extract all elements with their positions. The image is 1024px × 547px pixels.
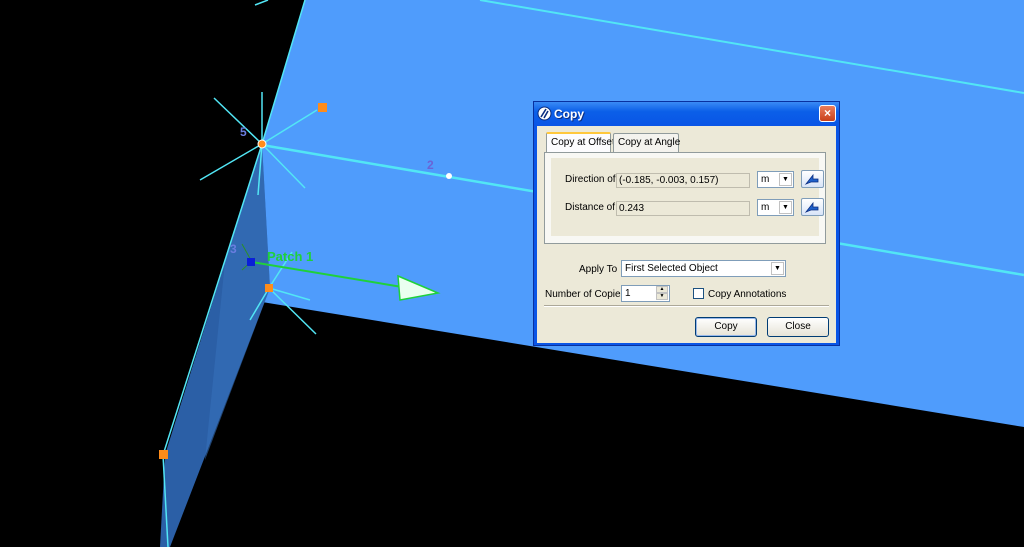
direction-unit-value: m — [761, 174, 770, 185]
chevron-down-icon[interactable]: ▼ — [771, 262, 784, 275]
3d-viewport[interactable]: 5 2 3 Patch 1 — [0, 0, 1024, 547]
pick-arrow-icon — [804, 201, 819, 213]
apply-to-select[interactable]: First Selected Object ▼ — [621, 260, 786, 277]
offset-group: Direction of Move (-0.185, -0.003, 0.157… — [551, 158, 824, 236]
chevron-down-icon[interactable]: ▼ — [779, 201, 792, 214]
decrement-icon[interactable]: ▼ — [656, 293, 668, 300]
dialog-title: Copy — [554, 107, 584, 121]
dialog-client: Copy at Offset Copy at Angle Direction o… — [537, 126, 836, 343]
copies-value: 1 — [625, 288, 631, 299]
copy-annotations-checkbox[interactable] — [693, 288, 704, 299]
vertex-label-3: 3 — [230, 242, 237, 256]
apply-to-value: First Selected Object — [625, 263, 718, 274]
copies-label: Number of Copies — [545, 289, 626, 300]
tab-copy-at-offset[interactable]: Copy at Offset — [546, 132, 615, 153]
close-icon[interactable]: × — [819, 105, 836, 122]
pick-arrow-icon — [804, 173, 819, 185]
copy-button[interactable]: Copy — [695, 317, 757, 337]
app-icon — [537, 106, 552, 121]
copies-stepper[interactable]: 1 ▲ ▼ — [621, 285, 670, 302]
tab-panel-offset: Direction of Move (-0.185, -0.003, 0.157… — [544, 152, 826, 244]
handle-lower[interactable] — [265, 284, 273, 292]
increment-icon[interactable]: ▲ — [656, 286, 668, 293]
close-button[interactable]: Close — [767, 317, 829, 337]
handle-top[interactable] — [318, 103, 327, 112]
direction-field[interactable]: (-0.185, -0.003, 0.157) — [616, 173, 750, 188]
tab-copy-at-angle[interactable]: Copy at Angle — [613, 133, 680, 152]
distance-unit-value: m — [761, 202, 770, 213]
chevron-down-icon[interactable]: ▼ — [779, 173, 792, 186]
vertex-2-marker[interactable] — [446, 173, 452, 179]
vertex-label-2: 2 — [427, 158, 434, 172]
vertex-label-5: 5 — [240, 125, 247, 139]
handle-bottom[interactable] — [159, 450, 168, 459]
patch-origin-marker[interactable] — [247, 258, 255, 266]
separator — [544, 305, 829, 307]
apply-to-label: Apply To — [579, 264, 618, 275]
patch-label: Patch 1 — [267, 249, 313, 264]
copy-annotations-label[interactable]: Copy Annotations — [708, 289, 786, 300]
dialog-titlebar[interactable]: Copy × — [534, 102, 839, 126]
pick-distance-button[interactable] — [801, 198, 824, 216]
copy-dialog: Copy × Copy at Offset Copy at Angle Dire… — [533, 101, 840, 346]
vertex-5-marker[interactable] — [257, 139, 267, 149]
pick-direction-button[interactable] — [801, 170, 824, 188]
direction-unit-select[interactable]: m ▼ — [757, 171, 794, 188]
distance-unit-select[interactable]: m ▼ — [757, 199, 794, 216]
distance-field[interactable]: 0.243 — [616, 201, 750, 216]
